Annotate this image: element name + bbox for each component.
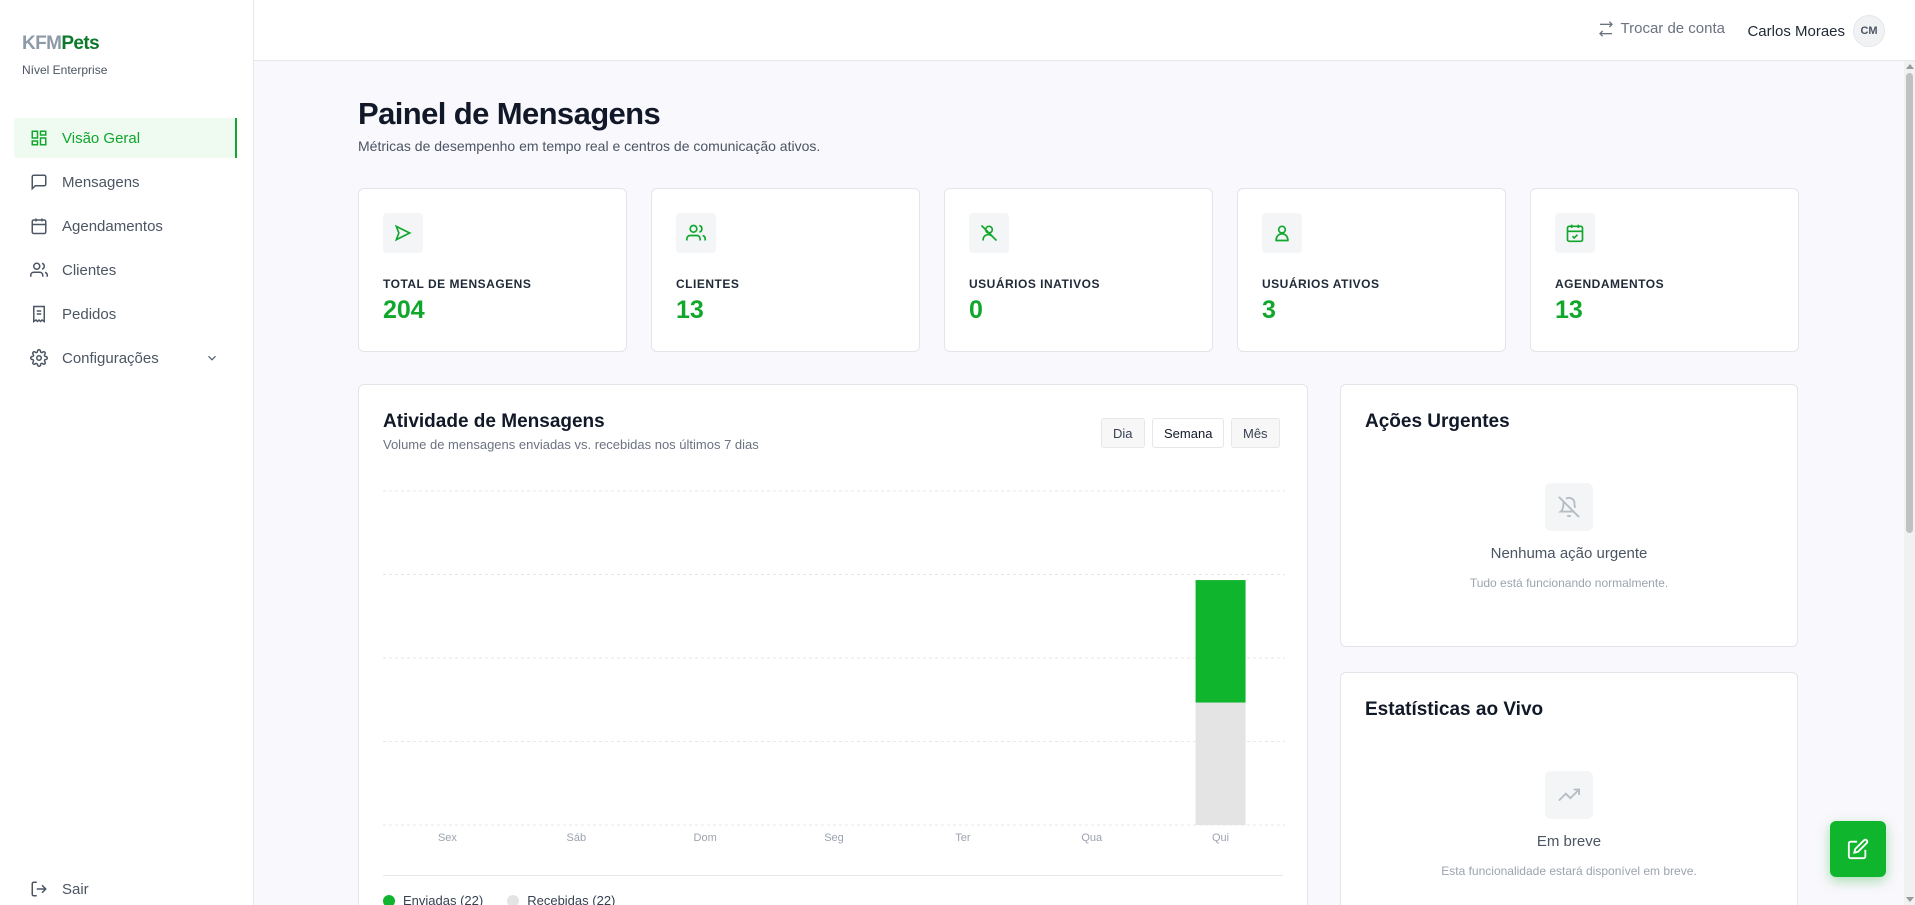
stat-value: 13 xyxy=(676,296,704,324)
user-off-icon xyxy=(980,224,998,242)
dashboard-icon xyxy=(31,130,47,146)
bar-received-6[interactable] xyxy=(1195,702,1246,825)
stat-value: 3 xyxy=(1262,296,1276,324)
scroll-down-icon[interactable] xyxy=(1906,897,1914,902)
legend-dot-received xyxy=(507,894,520,905)
stat-icon-box xyxy=(1555,213,1595,253)
logout-icon xyxy=(31,881,47,897)
chevron-down-icon[interactable] xyxy=(205,351,219,365)
stat-icon-box xyxy=(383,213,423,253)
stat-card-total-mensagens: TOTAL DE MENSAGENS 204 xyxy=(358,188,627,352)
edit-icon xyxy=(1847,838,1869,860)
brand-part-1: KFM xyxy=(22,33,62,54)
legend-label-sent: Enviadas (22) xyxy=(403,893,484,905)
bar-sent-6[interactable] xyxy=(1195,580,1246,703)
stat-card-usuarios-ativos: USUÁRIOS ATIVOS 3 xyxy=(1237,188,1506,352)
calendar-icon xyxy=(31,218,47,235)
sidebar-item-label: Visão Geral xyxy=(62,129,141,147)
page-subtitle: Métricas de desempenho em tempo real e c… xyxy=(358,138,821,154)
live-stats-card: Estatísticas ao Vivo Em breve Esta funci… xyxy=(1340,672,1798,905)
users-icon xyxy=(686,224,706,241)
stat-icon-box xyxy=(969,213,1009,253)
top-header: Trocar de conta Carlos Moraes CM xyxy=(254,0,1915,61)
bell-off-icon xyxy=(1558,496,1580,518)
stat-icon-box xyxy=(676,213,716,253)
stat-label: AGENDAMENTOS xyxy=(1555,277,1665,291)
compose-message-button[interactable] xyxy=(1830,821,1886,877)
switch-account-label: Trocar de conta xyxy=(1620,20,1726,37)
sidebar-item-label: Mensagens xyxy=(62,173,140,191)
sidebar-item-label: Clientes xyxy=(62,261,117,279)
sidebar-item-visao-geral[interactable]: Visão Geral xyxy=(14,118,237,158)
stat-label: USUÁRIOS ATIVOS xyxy=(1262,277,1380,291)
empty-state-subtitle: Tudo está funcionando normalmente. xyxy=(1469,576,1669,590)
stat-value: 204 xyxy=(383,296,425,324)
x-tick-label: Seg xyxy=(824,832,844,844)
brand-part-2: Pets xyxy=(61,33,100,54)
sidebar-item-clientes[interactable]: Clientes xyxy=(14,250,237,290)
avatar[interactable]: CM xyxy=(1853,15,1885,47)
stat-card-clientes: CLIENTES 13 xyxy=(651,188,920,352)
sidebar-item-label: Pedidos xyxy=(62,305,117,323)
sidebar-item-configuracoes[interactable]: Configurações xyxy=(14,338,237,378)
message-icon xyxy=(31,174,47,191)
legend-dot-sent xyxy=(383,894,395,905)
user-name: Carlos Moraes xyxy=(1747,22,1845,40)
urgent-actions-title: Ações Urgentes xyxy=(1365,411,1510,432)
empty-state-title: Em breve xyxy=(1536,833,1602,850)
sidebar: KFMPets Nível Enterprise Visão Geral Men… xyxy=(0,0,254,905)
brand-logo[interactable]: KFMPets xyxy=(22,33,100,55)
logout-label: Sair xyxy=(62,880,89,898)
gear-icon xyxy=(30,349,48,367)
scrollbar[interactable] xyxy=(1904,61,1915,905)
x-tick-label: Sáb xyxy=(566,832,586,844)
user-menu[interactable]: Carlos Moraes CM xyxy=(1747,15,1885,47)
live-stats-title: Estatísticas ao Vivo xyxy=(1365,699,1544,720)
sidebar-item-pedidos[interactable]: Pedidos xyxy=(14,294,237,334)
calendar-check-icon xyxy=(1566,224,1584,243)
x-tick-label: Qua xyxy=(1081,832,1103,844)
legend-divider xyxy=(383,875,1283,876)
scrollbar-thumb[interactable] xyxy=(1906,73,1913,533)
stat-label: USUÁRIOS INATIVOS xyxy=(969,277,1100,291)
x-tick-label: Ter xyxy=(955,832,971,844)
stat-label: TOTAL DE MENSAGENS xyxy=(383,277,532,291)
empty-state-title: Nenhuma ação urgente xyxy=(1490,545,1648,562)
sidebar-nav: Visão Geral Mensagens Agendamentos Clien… xyxy=(14,118,237,382)
stat-value: 13 xyxy=(1555,296,1583,324)
stat-icon-box xyxy=(1262,213,1302,253)
sidebar-item-label: Agendamentos xyxy=(62,217,163,235)
activity-bar-chart: Sex Sáb Dom Seg Ter Qua Qui xyxy=(383,490,1285,844)
swap-icon xyxy=(1598,20,1613,37)
sidebar-item-label: Configurações xyxy=(62,349,159,367)
empty-state-icon-box xyxy=(1545,771,1593,819)
x-tick-label: Qui xyxy=(1212,832,1229,844)
urgent-actions-card: Ações Urgentes Nenhuma ação urgente Tudo… xyxy=(1340,384,1798,647)
logout-button[interactable]: Sair xyxy=(14,869,237,905)
stat-card-agendamentos: AGENDAMENTOS 13 xyxy=(1530,188,1799,352)
x-tick-label: Sex xyxy=(438,832,457,844)
legend-item-received[interactable]: Recebidas (22) xyxy=(507,893,615,905)
sidebar-item-mensagens[interactable]: Mensagens xyxy=(14,162,237,202)
legend-item-sent[interactable]: Enviadas (22) xyxy=(383,893,483,905)
switch-account-button[interactable]: Trocar de conta xyxy=(1598,20,1726,37)
empty-state-icon-box xyxy=(1545,483,1593,531)
page-title: Painel de Mensagens xyxy=(358,96,661,131)
receipt-icon xyxy=(33,305,45,323)
chart-legend: Enviadas (22) Recebidas (22) xyxy=(383,893,639,905)
empty-state-subtitle: Esta funcionalidade estará disponível em… xyxy=(1441,864,1697,878)
sidebar-item-agendamentos[interactable]: Agendamentos xyxy=(14,206,237,246)
trending-icon xyxy=(1558,788,1580,802)
users-icon xyxy=(30,262,48,277)
message-activity-card: Atividade de Mensagens Volume de mensage… xyxy=(358,384,1308,905)
stat-label: CLIENTES xyxy=(676,277,740,291)
stat-value: 0 xyxy=(969,296,983,324)
send-icon xyxy=(394,224,412,242)
plan-tier: Nível Enterprise xyxy=(22,63,108,77)
scroll-up-icon[interactable] xyxy=(1906,64,1914,69)
legend-label-received: Recebidas (22) xyxy=(527,893,616,905)
x-tick-label: Dom xyxy=(694,832,717,844)
user-icon xyxy=(1275,225,1289,242)
stat-card-usuarios-inativos: USUÁRIOS INATIVOS 0 xyxy=(944,188,1213,352)
